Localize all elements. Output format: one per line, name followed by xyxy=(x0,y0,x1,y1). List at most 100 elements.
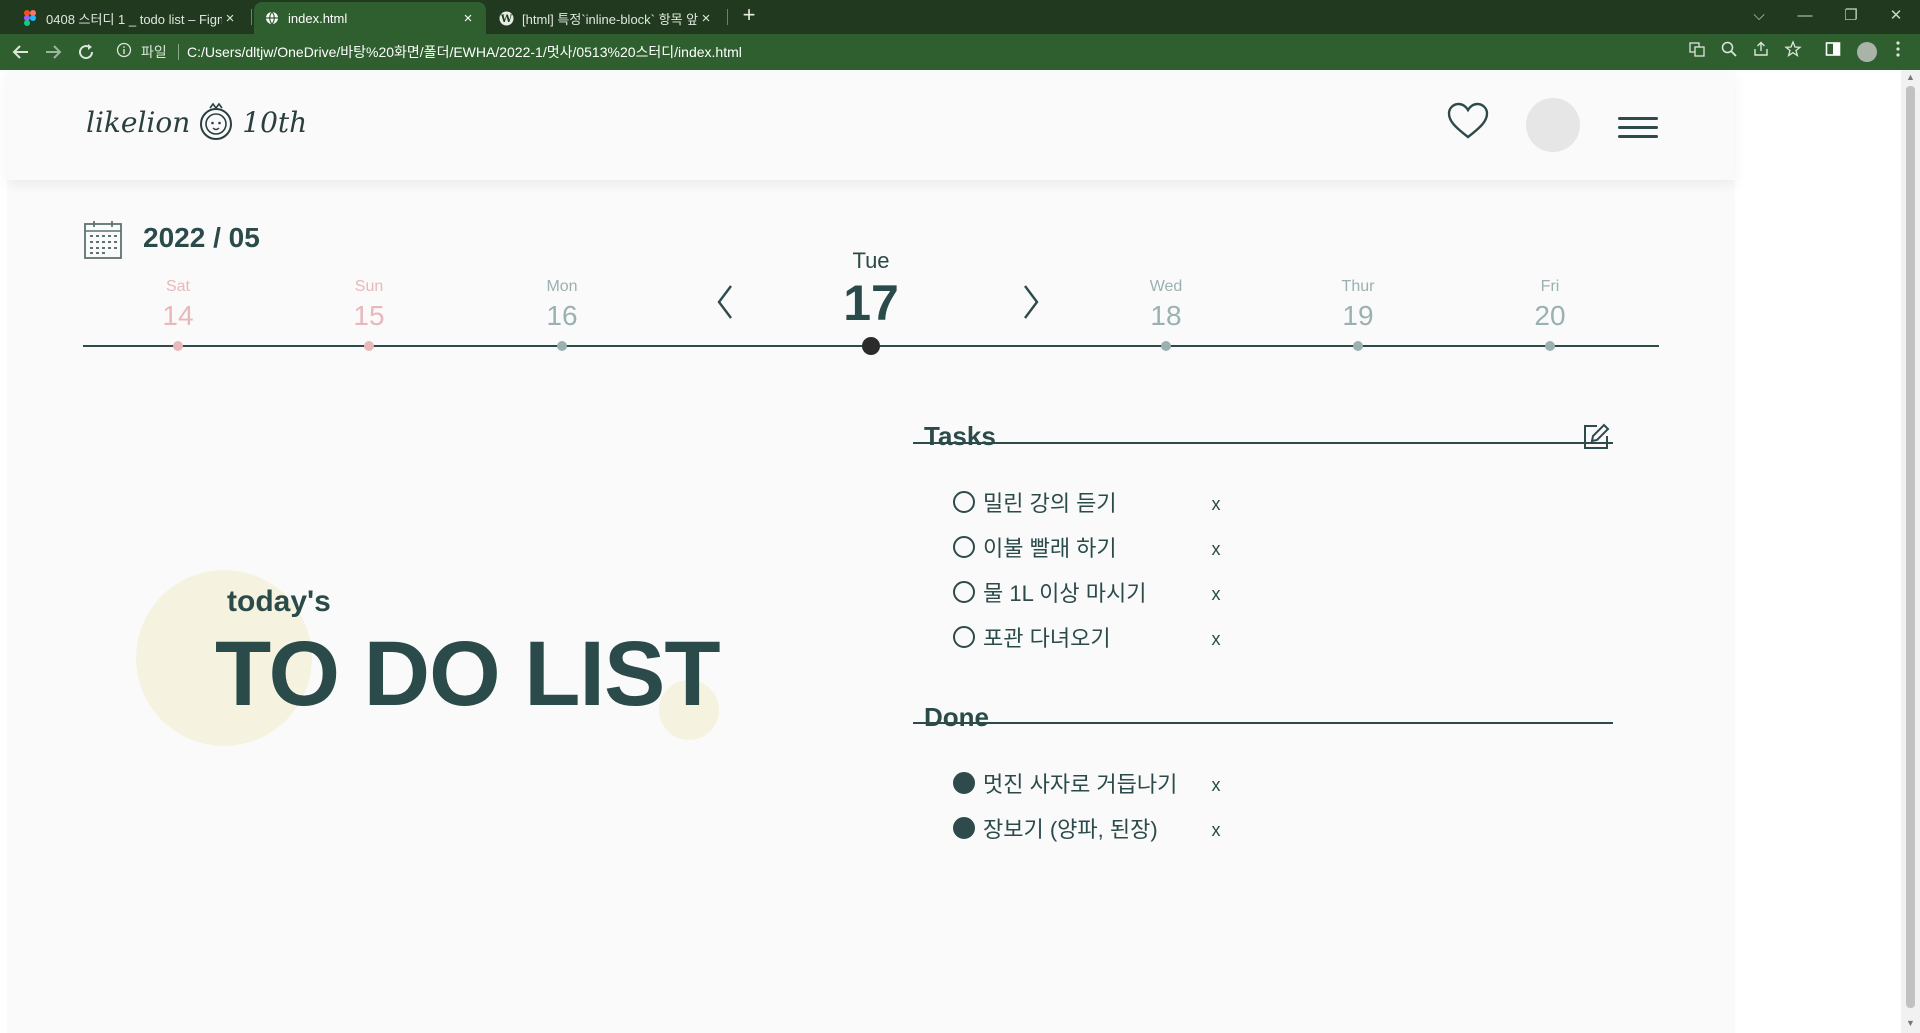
browser-tab-index[interactable]: index.html × xyxy=(254,2,486,34)
day-name: Sun xyxy=(354,278,384,295)
delete-task-button[interactable]: x xyxy=(1207,585,1225,603)
site-header: likelion 10th xyxy=(7,70,1735,180)
chevron-left-icon[interactable] xyxy=(713,282,737,322)
task-item[interactable]: 물 1L 이상 마시기 xyxy=(953,575,1146,609)
task-label: 물 1L 이상 마시기 xyxy=(983,581,1147,606)
task-checkbox[interactable] xyxy=(953,626,975,648)
info-icon[interactable] xyxy=(116,42,136,62)
done-checkbox[interactable] xyxy=(953,817,975,839)
tasks-header xyxy=(913,402,1613,444)
timeline-dot xyxy=(364,341,374,351)
task-item[interactable]: 이불 빨래 하기 xyxy=(953,530,1117,564)
task-label: 이불 빨래 하기 xyxy=(983,536,1117,561)
done-label: 멋진 사자로 거듭나기 xyxy=(983,772,1178,797)
forward-arrow-icon[interactable] xyxy=(41,40,65,64)
likelion-logo[interactable]: likelion 10th xyxy=(86,102,307,142)
delete-done-button[interactable]: x xyxy=(1207,776,1225,794)
day-sun[interactable]: Sun 15 xyxy=(329,278,409,332)
day-wed[interactable]: Wed 18 xyxy=(1126,278,1206,332)
bookmark-star-icon[interactable] xyxy=(1781,40,1805,64)
day-name: Sat xyxy=(165,278,190,295)
chevron-right-icon[interactable] xyxy=(1019,282,1043,322)
done-header xyxy=(913,682,1613,724)
globe-icon xyxy=(264,10,280,26)
profile-avatar[interactable] xyxy=(1857,42,1877,62)
done-item[interactable]: 멋진 사자로 거듭나기 xyxy=(953,766,1177,800)
calendar-icon[interactable] xyxy=(83,220,123,260)
tab-title: index.html xyxy=(288,10,348,26)
day-number: 14 xyxy=(162,300,194,331)
day-mon[interactable]: Mon 16 xyxy=(522,278,602,332)
day-tue-selected[interactable]: Tue 17 xyxy=(831,248,911,332)
day-fri[interactable]: Fri 20 xyxy=(1510,278,1590,332)
tab-search-icon[interactable]: ⌵ xyxy=(1747,4,1771,28)
side-panel-icon[interactable] xyxy=(1821,40,1845,64)
day-number: 15 xyxy=(353,300,385,331)
tab-close-icon[interactable]: × xyxy=(460,10,476,27)
browser-viewport: likelion 10th 2022 / 05 Sat 14 Sun 15 Mo… xyxy=(0,70,1920,1033)
delete-done-button[interactable]: x xyxy=(1207,821,1225,839)
url-scheme-label: 파일 xyxy=(141,44,167,60)
address-bar-input[interactable]: C:/Users/dltjw/OneDrive/바탕%20화면/폴더/EWHA/… xyxy=(187,42,742,62)
lion-icon xyxy=(200,102,233,140)
wordpress-icon: W xyxy=(498,10,514,26)
new-tab-button[interactable]: + xyxy=(737,4,761,28)
translate-icon[interactable] xyxy=(1685,40,1709,64)
browser-tab-wordpress[interactable]: W [html] 특정`inline-block` 항목 앞 × xyxy=(488,2,724,34)
zoom-icon[interactable] xyxy=(1717,40,1741,64)
more-menu-icon[interactable] xyxy=(1886,40,1910,64)
day-number: 20 xyxy=(1534,300,1566,331)
edit-icon[interactable] xyxy=(1581,422,1611,452)
tasks-title: Tasks xyxy=(924,421,996,451)
scroll-down-icon[interactable]: ▼ xyxy=(1905,1018,1916,1028)
timeline-dot xyxy=(1353,341,1363,351)
tab-close-icon[interactable]: × xyxy=(222,10,238,27)
timeline-dot xyxy=(557,341,567,351)
minimize-button[interactable]: — xyxy=(1793,4,1817,28)
day-name: Fri xyxy=(1540,278,1560,295)
day-sat[interactable]: Sat 14 xyxy=(138,278,218,332)
day-number: 16 xyxy=(546,300,578,331)
day-number: 19 xyxy=(1342,300,1374,331)
task-label: 포관 다녀오기 xyxy=(983,626,1111,651)
close-window-button[interactable]: ✕ xyxy=(1884,4,1908,28)
vertical-scrollbar[interactable]: ▲ ▼ xyxy=(1901,70,1920,1033)
timeline-dot xyxy=(173,341,183,351)
day-name: Thur xyxy=(1341,278,1375,295)
heart-icon[interactable] xyxy=(1447,102,1489,140)
done-checkbox[interactable] xyxy=(953,772,975,794)
user-avatar[interactable] xyxy=(1526,98,1580,152)
scrollbar-thumb[interactable] xyxy=(1906,86,1915,1008)
share-icon[interactable] xyxy=(1749,40,1773,64)
tab-title: [html] 특정`inline-block` 항목 앞 xyxy=(522,11,698,27)
logo-text-right: 10th xyxy=(242,105,308,139)
figma-icon xyxy=(22,10,38,26)
hamburger-menu-icon[interactable] xyxy=(1618,117,1658,139)
hero-subtitle: today's xyxy=(227,585,331,618)
tab-title: 0408 스터디 1 _ todo list – Figma xyxy=(46,11,222,27)
task-checkbox[interactable] xyxy=(953,491,975,513)
task-checkbox[interactable] xyxy=(953,581,975,603)
delete-task-button[interactable]: x xyxy=(1207,540,1225,558)
url-divider xyxy=(178,44,179,60)
scroll-up-icon[interactable]: ▲ xyxy=(1905,72,1916,82)
reload-icon[interactable] xyxy=(74,40,98,64)
task-item[interactable]: 밀린 강의 듣기 xyxy=(953,485,1117,519)
delete-task-button[interactable]: x xyxy=(1207,630,1225,648)
delete-task-button[interactable]: x xyxy=(1207,495,1225,513)
tab-divider xyxy=(251,9,252,25)
task-checkbox[interactable] xyxy=(953,536,975,558)
task-item[interactable]: 포관 다녀오기 xyxy=(953,620,1111,654)
tab-close-icon[interactable]: × xyxy=(698,10,714,27)
task-label: 밀린 강의 듣기 xyxy=(983,491,1117,516)
month-label: 2022 / 05 xyxy=(143,222,260,253)
browser-tab-figma[interactable]: 0408 스터디 1 _ todo list – Figma × xyxy=(12,2,248,34)
restore-button[interactable]: ❐ xyxy=(1839,4,1863,28)
hero-title: TO DO LIST xyxy=(215,623,721,725)
done-label: 장보기 (양파, 된장) xyxy=(983,817,1158,842)
back-arrow-icon[interactable] xyxy=(9,40,33,64)
page-canvas: likelion 10th 2022 / 05 Sat 14 Sun 15 Mo… xyxy=(7,70,1735,1033)
done-item[interactable]: 장보기 (양파, 된장) xyxy=(953,811,1158,845)
day-name: Wed xyxy=(1149,278,1183,295)
day-thur[interactable]: Thur 19 xyxy=(1318,278,1398,332)
